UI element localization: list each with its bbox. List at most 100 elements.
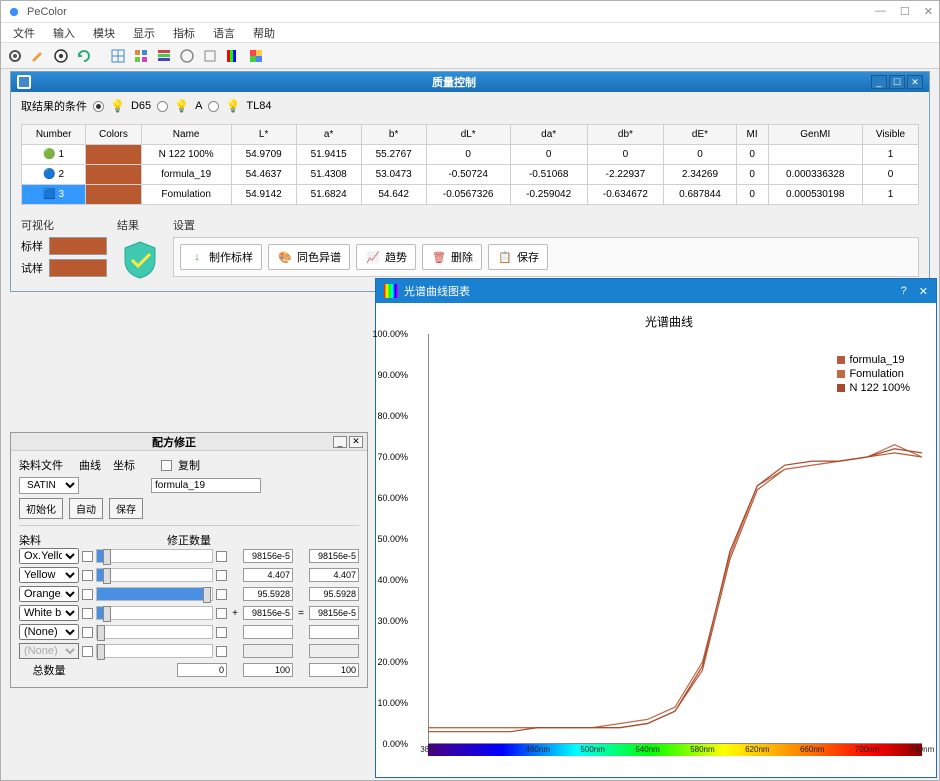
menu-index[interactable]: 指标 bbox=[165, 23, 203, 43]
dye-slider[interactable] bbox=[96, 549, 213, 563]
chart-window: 光谱曲线图表 ? ✕ 光谱曲线 0.00%10.00%20.00%30.00%4… bbox=[375, 278, 937, 778]
qc-col-header[interactable]: GenMI bbox=[768, 125, 862, 145]
menu-input[interactable]: 输入 bbox=[45, 23, 83, 43]
formula-name-input[interactable] bbox=[151, 478, 261, 493]
qc-col-header[interactable]: da* bbox=[510, 125, 587, 145]
dye-slider[interactable] bbox=[96, 625, 213, 639]
qc-col-header[interactable]: b* bbox=[361, 125, 426, 145]
delete-button[interactable]: 🗑删除 bbox=[422, 244, 482, 270]
qc-col-header[interactable]: MI bbox=[736, 125, 768, 145]
init-button[interactable]: 初始化 bbox=[19, 498, 63, 519]
qc-maximize-button[interactable]: ☐ bbox=[889, 75, 905, 89]
dye-value1[interactable] bbox=[243, 606, 293, 620]
close-button[interactable]: ✕ bbox=[924, 5, 933, 18]
dye-value2[interactable] bbox=[309, 587, 359, 601]
minimize-button[interactable]: — bbox=[875, 5, 886, 18]
dye-value2[interactable] bbox=[309, 568, 359, 582]
qc-col-header[interactable]: L* bbox=[231, 125, 296, 145]
illuminant-d65-radio[interactable] bbox=[93, 101, 104, 112]
qc-minimize-button[interactable]: _ bbox=[871, 75, 887, 89]
menu-file[interactable]: 文件 bbox=[5, 23, 43, 43]
dye-value1[interactable] bbox=[243, 568, 293, 582]
table-row[interactable]: 🟢 1N 122 100%54.970951.941555.2767000001 bbox=[22, 145, 919, 165]
dye-value2[interactable] bbox=[309, 644, 359, 658]
recipe-save-button[interactable]: 保存 bbox=[109, 498, 143, 519]
toolbar-grid2-icon[interactable] bbox=[131, 46, 151, 66]
qc-col-header[interactable]: Visible bbox=[862, 125, 918, 145]
dye-checkbox[interactable] bbox=[82, 551, 93, 562]
dye-value1[interactable] bbox=[243, 644, 293, 658]
recipe-close-button[interactable]: ✕ bbox=[349, 436, 363, 448]
dye-row: White ba + = bbox=[19, 605, 359, 621]
dye-value2[interactable] bbox=[309, 606, 359, 620]
dye-slider[interactable] bbox=[96, 568, 213, 582]
dye-checkbox[interactable] bbox=[82, 646, 93, 657]
dye-value1[interactable] bbox=[243, 587, 293, 601]
trend-button[interactable]: 📈趋势 bbox=[356, 244, 416, 270]
dye-file-select[interactable]: SATIN bbox=[19, 477, 79, 494]
toolbar-palette-icon[interactable] bbox=[246, 46, 266, 66]
qc-col-header[interactable]: a* bbox=[296, 125, 361, 145]
dye-value2[interactable] bbox=[309, 625, 359, 639]
illuminant-a-radio[interactable] bbox=[157, 101, 168, 112]
total-v1[interactable] bbox=[177, 663, 227, 677]
dye-checkbox2[interactable] bbox=[216, 589, 227, 600]
table-row[interactable]: 🟦 3Fomulation54.914251.682454.642-0.0567… bbox=[22, 185, 919, 205]
qc-col-header[interactable]: dE* bbox=[664, 125, 736, 145]
dye-checkbox[interactable] bbox=[82, 589, 93, 600]
dye-checkbox2[interactable] bbox=[216, 608, 227, 619]
qc-close-button[interactable]: ✕ bbox=[907, 75, 923, 89]
qc-col-header[interactable]: db* bbox=[587, 125, 664, 145]
qc-col-header[interactable]: Name bbox=[141, 125, 231, 145]
dye-checkbox2[interactable] bbox=[216, 551, 227, 562]
toolbar-settings3-icon[interactable] bbox=[200, 46, 220, 66]
dye-select[interactable]: (None) bbox=[19, 643, 79, 659]
dye-checkbox2[interactable] bbox=[216, 627, 227, 638]
chart-help-button[interactable]: ? bbox=[901, 285, 907, 298]
std-label: 标样 bbox=[21, 238, 43, 254]
chart-close-button[interactable]: ✕ bbox=[919, 285, 928, 298]
auto-button[interactable]: 自动 bbox=[69, 498, 103, 519]
toolbar-spectrum-icon[interactable] bbox=[223, 46, 243, 66]
dye-select[interactable]: White ba bbox=[19, 605, 79, 621]
make-std-button[interactable]: ↓制作标样 bbox=[180, 244, 262, 270]
copy-checkbox[interactable] bbox=[161, 460, 172, 471]
toolbar-gear-icon[interactable] bbox=[5, 46, 25, 66]
dye-value1[interactable] bbox=[243, 549, 293, 563]
toolbar-refresh-icon[interactable] bbox=[74, 46, 94, 66]
toolbar-grid1-icon[interactable] bbox=[108, 46, 128, 66]
table-row[interactable]: 🔵 2formula_1954.463751.430853.0473-0.507… bbox=[22, 165, 919, 185]
save-button[interactable]: 📋保存 bbox=[488, 244, 548, 270]
total-v3[interactable] bbox=[309, 663, 359, 677]
toolbar-settings2-icon[interactable] bbox=[177, 46, 197, 66]
menu-module[interactable]: 模块 bbox=[85, 23, 123, 43]
dye-select[interactable]: Orange. bbox=[19, 586, 79, 602]
metamerism-button[interactable]: 🎨同色异谱 bbox=[268, 244, 350, 270]
dye-slider[interactable] bbox=[96, 587, 213, 601]
dye-checkbox2[interactable] bbox=[216, 570, 227, 581]
menu-help[interactable]: 帮助 bbox=[245, 23, 283, 43]
dye-select[interactable]: (None) bbox=[19, 624, 79, 640]
dye-checkbox[interactable] bbox=[82, 570, 93, 581]
dye-checkbox[interactable] bbox=[82, 608, 93, 619]
maximize-button[interactable]: ☐ bbox=[900, 5, 910, 18]
toolbar-target-icon[interactable] bbox=[51, 46, 71, 66]
dye-checkbox2[interactable] bbox=[216, 646, 227, 657]
qc-col-header[interactable]: Number bbox=[22, 125, 86, 145]
dye-value2[interactable] bbox=[309, 549, 359, 563]
qc-col-header[interactable]: Colors bbox=[86, 125, 141, 145]
menu-language[interactable]: 语言 bbox=[205, 23, 243, 43]
qc-col-header[interactable]: dL* bbox=[426, 125, 510, 145]
illuminant-tl84-radio[interactable] bbox=[208, 101, 219, 112]
dye-slider[interactable] bbox=[96, 606, 213, 620]
dye-slider[interactable] bbox=[96, 644, 213, 658]
dye-checkbox[interactable] bbox=[82, 627, 93, 638]
total-v2[interactable] bbox=[243, 663, 293, 677]
recipe-minimize-button[interactable]: _ bbox=[333, 436, 347, 448]
menu-display[interactable]: 显示 bbox=[125, 23, 163, 43]
toolbar-edit-icon[interactable] bbox=[28, 46, 48, 66]
dye-select[interactable]: Ox.Yello bbox=[19, 548, 79, 564]
toolbar-grid3-icon[interactable] bbox=[154, 46, 174, 66]
dye-value1[interactable] bbox=[243, 625, 293, 639]
dye-select[interactable]: Yellow bbox=[19, 567, 79, 583]
